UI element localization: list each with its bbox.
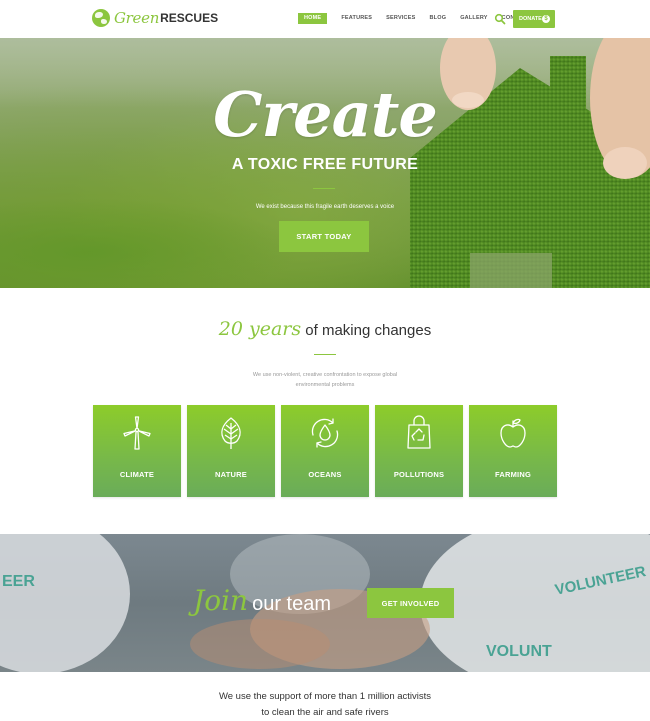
card-label-climate: CLIMATE (119, 470, 155, 479)
intro-description: We use non-violent, creative confrontati… (252, 372, 398, 388)
start-today-button[interactable]: START TODAY (279, 221, 369, 252)
donate-label: DONATE (519, 16, 542, 22)
card-label-farming: FARMING (495, 470, 531, 479)
hero-title: Create (213, 78, 438, 151)
logo-text-green: Green (114, 9, 160, 27)
apple-icon (500, 418, 526, 448)
join-rest: our team (252, 593, 332, 615)
intro-heading-rest: of making changes (305, 322, 432, 339)
card-oceans[interactable]: OCEANS (281, 405, 369, 497)
dollar-icon: $ (542, 15, 550, 23)
hero-description: We exist because this fragile earth dese… (255, 204, 395, 210)
cause-cards: CLIMATE NATURE OCEANS POLLUTIONS FARMING (93, 405, 557, 497)
nav-item-features[interactable]: FEATURES (341, 13, 372, 24)
site-header: Green RESCUES HOME FEATURES SERVICES BLO… (0, 0, 650, 38)
shirt-text-bottom: VOLUNT (486, 643, 552, 660)
donate-button[interactable]: DONATE $ (513, 10, 555, 28)
logo[interactable]: Green RESCUES (92, 7, 218, 29)
years-highlight: 20 years (218, 318, 302, 340)
card-pollutions[interactable]: POLLUTIONS (375, 405, 463, 497)
card-label-pollutions: POLLUTIONS (393, 470, 445, 479)
card-label-oceans: OCEANS (308, 470, 342, 479)
nav-item-home[interactable]: HOME (298, 13, 328, 24)
water-drop-recycle-icon (311, 418, 339, 448)
nav-item-blog[interactable]: BLOG (429, 13, 446, 24)
nav-item-services[interactable]: SERVICES (386, 13, 415, 24)
hero-subtitle: A TOXIC FREE FUTURE (231, 156, 419, 173)
main-nav: HOME FEATURES SERVICES BLOG GALLERY CONT… (298, 13, 547, 24)
activists-line-1: We use the support of more than 1 millio… (218, 691, 432, 702)
join-section: EER VOLUNTEER VOLUNT Join our team GET I… (0, 534, 650, 672)
hero-section: Create A TOXIC FREE FUTURE We exist beca… (0, 38, 650, 288)
shirt-text-left: EER (2, 573, 35, 590)
leaf-icon (221, 417, 241, 449)
intro-heading: 20 years of making changes (0, 318, 650, 340)
activists-text: We use the support of more than 1 millio… (0, 689, 650, 721)
recycle-bag-icon (407, 415, 431, 449)
card-climate[interactable]: CLIMATE (93, 405, 181, 497)
card-label-nature: NATURE (215, 470, 247, 479)
hero-divider (313, 188, 335, 189)
search-icon[interactable] (494, 12, 506, 25)
globe-icon (92, 9, 110, 27)
card-farming[interactable]: FARMING (469, 405, 557, 497)
join-script: Join (193, 584, 249, 617)
wind-turbine-icon (123, 416, 151, 450)
card-nature[interactable]: NATURE (187, 405, 275, 497)
intro-divider (314, 354, 336, 355)
logo-text-rescues: RESCUES (160, 11, 219, 25)
nav-item-gallery[interactable]: GALLERY (460, 13, 487, 24)
get-involved-button[interactable]: GET INVOLVED (367, 588, 454, 618)
join-title: Join our team (193, 584, 331, 617)
